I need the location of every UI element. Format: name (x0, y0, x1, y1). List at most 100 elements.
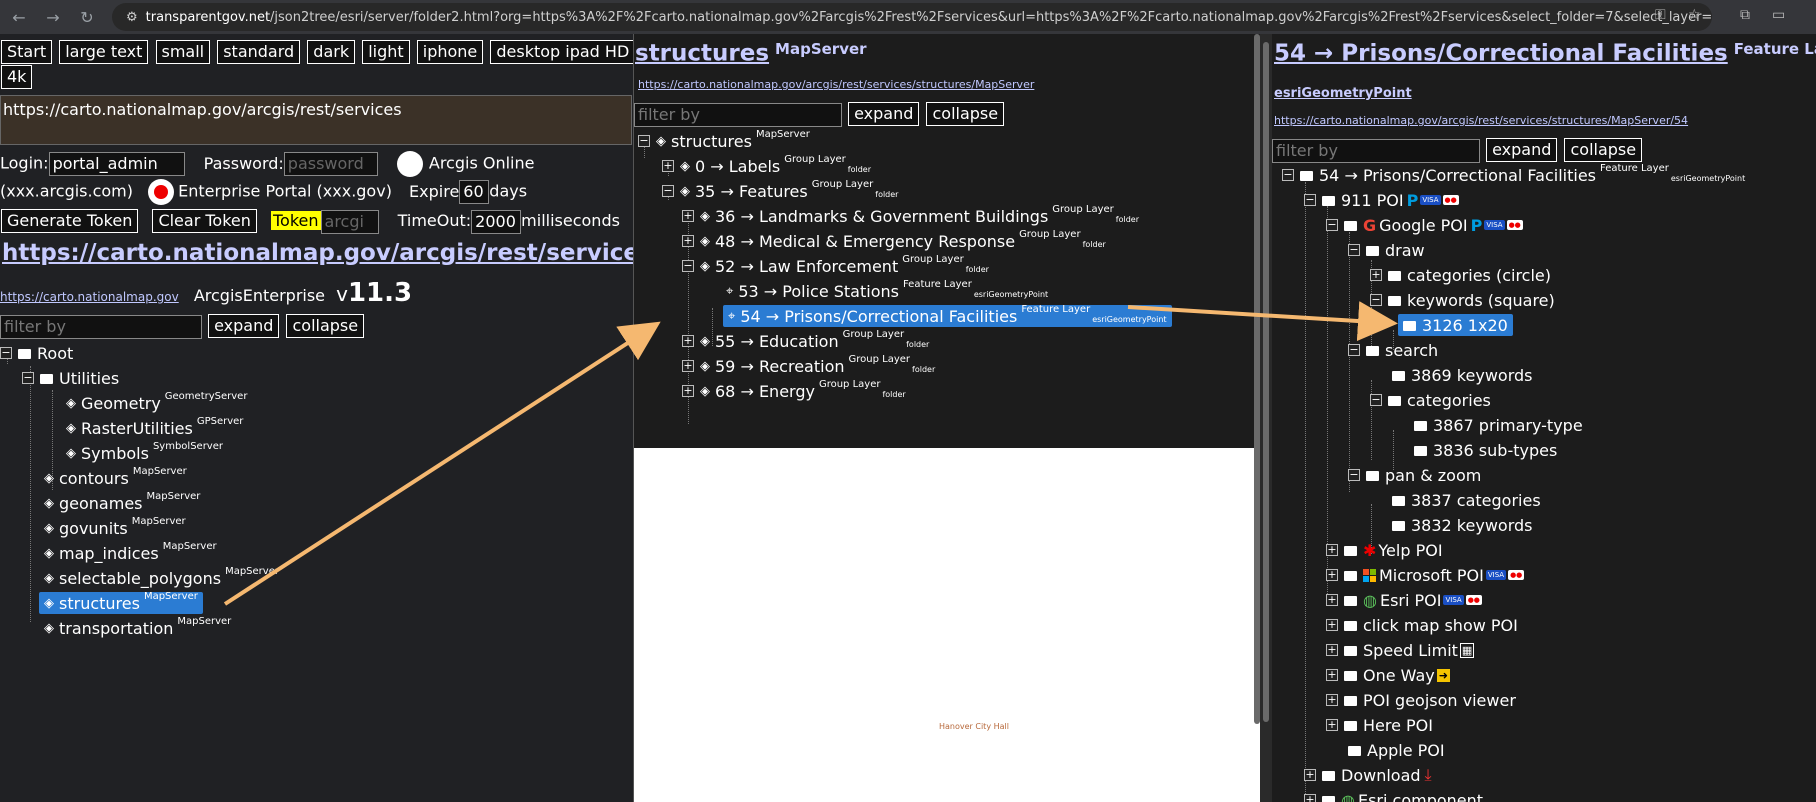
poi-here[interactable]: + Here POI (1326, 714, 1433, 736)
arcgis-online-radio[interactable] (396, 151, 423, 177)
poi-google[interactable]: − G Google POI P VISA ●● (1326, 214, 1523, 236)
layer-medical[interactable]: + ◈ 48 → Medical & Emergency Response Group… (682, 229, 1106, 252)
tree-utilities[interactable]: − Utilities (22, 367, 119, 389)
forward-icon[interactable]: → (38, 2, 68, 32)
desktop-button[interactable]: desktop ipad HD (490, 40, 634, 64)
visa-icon: VISA (1485, 570, 1507, 580)
search-keywords-3869[interactable]: 3869 keywords (1392, 364, 1532, 386)
mastercard-icon: ●● (1465, 595, 1482, 605)
reload-icon[interactable]: ↻ (72, 2, 102, 32)
folder-icon (18, 349, 31, 359)
poi-geojson-viewer[interactable]: + POI geojson viewer (1326, 689, 1516, 711)
expire-input[interactable]: 60 (459, 180, 490, 204)
key-icon[interactable]: ⚿ (1655, 7, 1666, 23)
right-url-link[interactable]: https://carto.nationalmap.gov/arcgis/res… (1274, 114, 1688, 127)
middle-expand-button[interactable]: expand (848, 102, 920, 126)
map-view[interactable]: Hanover City Hall (634, 448, 1260, 802)
start-button[interactable]: Start (1, 40, 53, 64)
right-expand-button[interactable]: expand (1486, 138, 1558, 162)
layer-recreation[interactable]: + ◈ 59 → Recreation Group Layer folder (682, 354, 935, 377)
left-collapse-button[interactable]: collapse (286, 314, 365, 338)
pan-categories-3837[interactable]: 3837 categories (1392, 489, 1541, 511)
tree-geometry[interactable]: ◈ Geometry GeometryServer (66, 391, 247, 414)
light-button[interactable]: light (362, 40, 410, 64)
extensions-icon[interactable]: ⧉ (1740, 7, 1750, 23)
google-search[interactable]: − search (1348, 339, 1438, 361)
middle-title[interactable]: structures (635, 40, 769, 66)
layer-prisons-selected[interactable]: ⌖ 54 → Prisons/Correctional Facilities Fea… (723, 304, 1172, 327)
tree-govunits[interactable]: ◈ govunits MapServer (44, 516, 186, 539)
back-icon[interactable]: ← (4, 2, 34, 32)
small-button[interactable]: small (155, 40, 211, 64)
keyword-3126-selected[interactable]: 3126 1x20 (1398, 314, 1513, 336)
poi-click-map[interactable]: + click map show POI (1326, 614, 1518, 636)
layer-labels[interactable]: + ◈ 0 → Labels Group Layer folder (662, 154, 871, 177)
middle-outer-scrollbar[interactable] (1263, 42, 1269, 722)
download-node[interactable]: + Download ⤓ (1304, 764, 1432, 786)
google-pan-zoom[interactable]: − pan & zoom (1348, 464, 1481, 486)
tree-contours[interactable]: ◈ contours MapServer (44, 466, 187, 489)
left-filter-input[interactable]: filter by (0, 314, 202, 339)
esri-component-node[interactable]: + ◍ Esri component (1304, 789, 1483, 802)
services-url-textarea[interactable]: https://carto.nationalmap.gov/arcgis/res… (0, 95, 632, 145)
standard-button[interactable]: standard (217, 40, 301, 64)
poi-one-way[interactable]: + One Way ➜ (1326, 664, 1450, 686)
layer-landmarks[interactable]: + ◈ 36 → Landmarks & Government Buildings G… (682, 204, 1139, 227)
right-title[interactable]: 54 → Prisons/Correctional Facilities (1274, 40, 1728, 66)
dark-button[interactable]: dark (307, 40, 356, 64)
poi-911[interactable]: −911 POI P VISA ●● (1304, 189, 1459, 211)
login-input[interactable]: portal_admin (48, 152, 185, 176)
clear-token-button[interactable]: Clear Token (152, 209, 257, 233)
google-draw[interactable]: − draw (1348, 239, 1425, 261)
left-expand-button[interactable]: expand (208, 314, 280, 338)
sidebar-icon[interactable]: ▭ (1772, 7, 1785, 23)
iphone-button[interactable]: iphone (416, 40, 484, 64)
layer-law[interactable]: − ◈ 52 → Law Enforcement Group Layer folder (682, 254, 989, 277)
layer-education[interactable]: + ◈ 55 → Education Group Layer folder (682, 329, 929, 352)
tree-geonames[interactable]: ◈ geonames MapServer (44, 491, 200, 514)
layer-features[interactable]: − ◈ 35 → Features Group Layer folder (662, 179, 898, 202)
draw-keywords-square[interactable]: − keywords (square) (1370, 289, 1555, 311)
tree-root[interactable]: − Root (0, 342, 73, 364)
search-categories[interactable]: − categories (1370, 389, 1491, 411)
tree-selectable-polygons[interactable]: ◈ selectable_polygons MapServer (44, 566, 279, 589)
services-big-link[interactable]: https://carto.nationalmap.gov/arcgis/res… (2, 240, 634, 266)
timeout-input[interactable]: 2000 (471, 209, 522, 234)
mastercard-icon: ●● (1506, 220, 1523, 230)
bookmark-star-icon[interactable]: ☆ (1688, 7, 1701, 23)
middle-url-link[interactable]: https://carto.nationalmap.gov/arcgis/res… (638, 78, 1034, 91)
middle-filter-input[interactable]: filter by (634, 102, 842, 127)
tree-structures-selected[interactable]: ◈ structures MapServer (39, 591, 203, 614)
password-input[interactable]: password (283, 152, 378, 176)
enterprise-radio[interactable] (148, 179, 175, 205)
site-info-icon[interactable]: ⚙ (126, 10, 138, 25)
poi-apple[interactable]: Apple POI (1348, 739, 1445, 761)
tree-raster[interactable]: ◈ RasterUtilities GPServer (66, 416, 243, 439)
structures-root[interactable]: − ◈ structures MapServer (638, 129, 810, 152)
layer-energy[interactable]: + ◈ 68 → Energy Group Layer folder (682, 379, 906, 402)
tree-transportation[interactable]: ◈ transportation MapServer (44, 616, 231, 639)
right-filter-input[interactable]: filter by (1272, 138, 1480, 163)
token-input[interactable]: arcgi (320, 209, 379, 234)
large-text-button[interactable]: large text (59, 40, 149, 64)
product-label: ArcgisEnterprise (193, 286, 326, 305)
tree-map-indices[interactable]: ◈ map_indices MapServer (44, 541, 217, 564)
categories-primary-3867[interactable]: 3867 primary-type (1414, 414, 1583, 436)
address-bar[interactable]: ⚙ transparentgov.net/json2tree/esri/serv… (112, 3, 1712, 31)
tree-symbols[interactable]: ◈ Symbols SymbolServer (66, 441, 223, 464)
org-small-link[interactable]: https://carto.nationalmap.gov (0, 290, 179, 304)
poi-speed-limit[interactable]: + Speed Limit ▦ (1326, 639, 1475, 661)
folder-icon (1414, 421, 1427, 431)
categories-sub-3836[interactable]: 3836 sub-types (1414, 439, 1557, 461)
right-tree-root[interactable]: −54 → Prisons/Correctional Facilities Fea… (1282, 163, 1745, 186)
generate-token-button[interactable]: Generate Token (1, 209, 139, 233)
right-collapse-button[interactable]: collapse (1564, 138, 1643, 162)
poi-microsoft[interactable]: + Microsoft POI VISA ●● (1326, 564, 1525, 586)
poi-esri[interactable]: + ◍ Esri POI VISA ●● (1326, 589, 1482, 611)
pan-keywords-3832[interactable]: 3832 keywords (1392, 514, 1532, 536)
middle-collapse-button[interactable]: collapse (926, 102, 1005, 126)
layer-police[interactable]: ⌖ 53 → Police Stations Feature Layer esriGe… (726, 279, 1048, 302)
4k-button[interactable]: 4k (1, 65, 33, 89)
draw-categories-circle[interactable]: + categories (circle) (1370, 264, 1551, 286)
poi-yelp[interactable]: + ✱ Yelp POI (1326, 539, 1443, 561)
